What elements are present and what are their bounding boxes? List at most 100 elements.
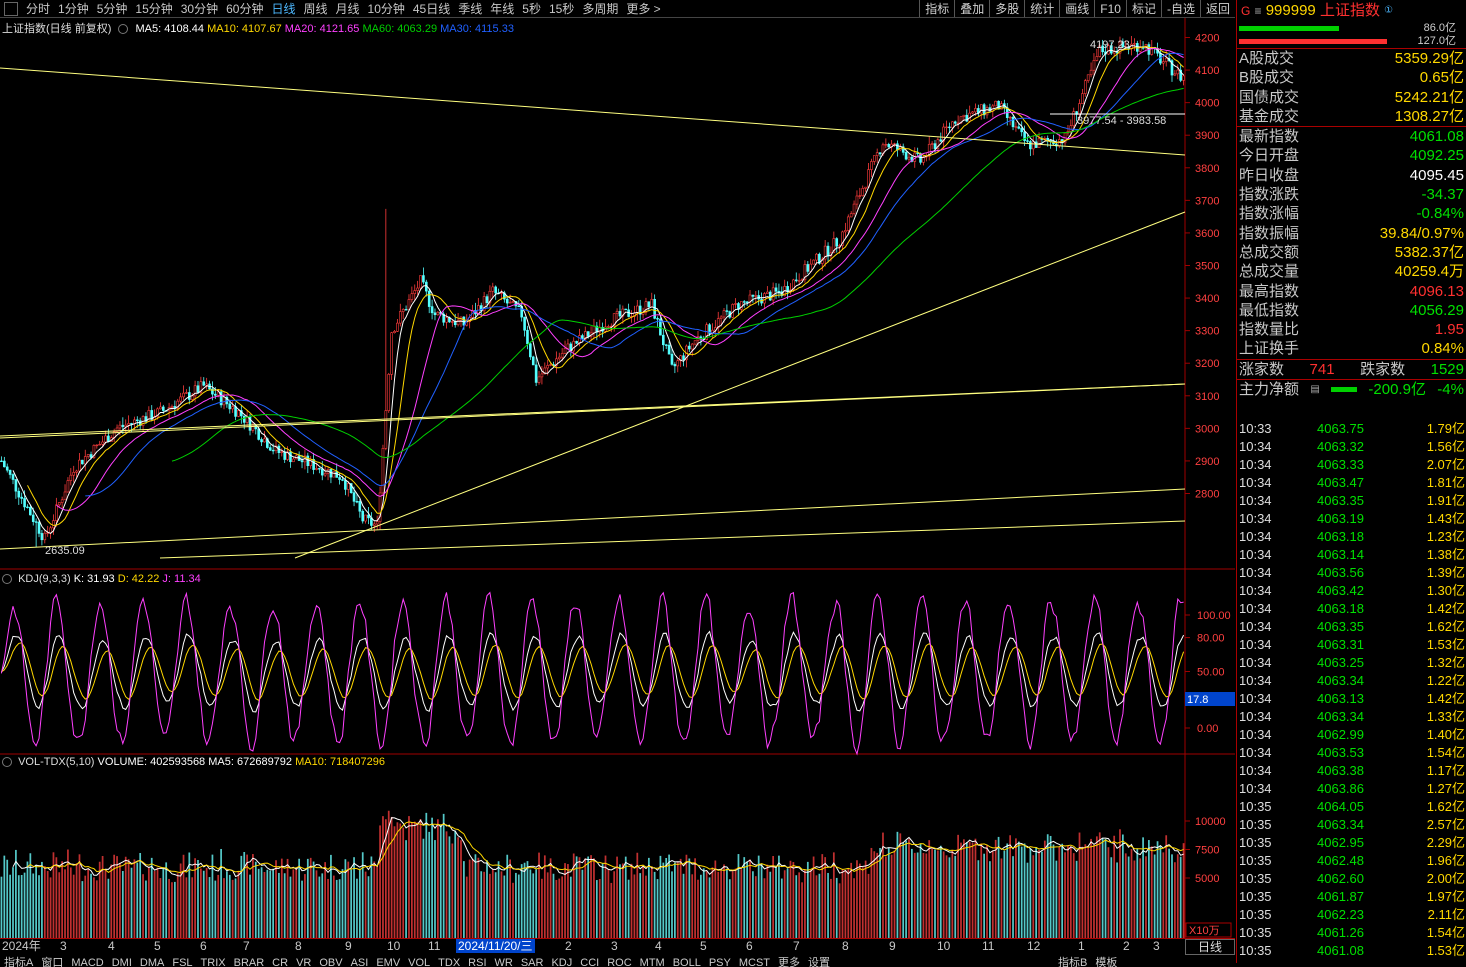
tick-list[interactable]: 10:33 4063.75 1.79亿 10:34 4063.32 1.56亿 10:34 4… bbox=[1237, 420, 1466, 960]
candle-body bbox=[179, 396, 182, 402]
period-tab[interactable]: 更多 > bbox=[622, 0, 664, 17]
candle-body bbox=[491, 286, 495, 292]
candle-body bbox=[572, 340, 576, 352]
candle-body bbox=[731, 304, 734, 318]
period-tab[interactable]: 1分钟 bbox=[54, 0, 93, 17]
candle-body bbox=[540, 373, 544, 378]
tool-button[interactable]: 标记 bbox=[1125, 0, 1161, 17]
candle-body bbox=[664, 344, 668, 346]
candle-body bbox=[690, 343, 694, 350]
price-tick-label: 3400 bbox=[1195, 293, 1219, 305]
period-tab[interactable]: 分时 bbox=[22, 0, 54, 17]
tool-button[interactable]: F10 bbox=[1094, 0, 1126, 17]
row-key: 指数振幅 bbox=[1239, 224, 1300, 242]
candle-body bbox=[722, 310, 726, 318]
ma5-line bbox=[12, 45, 1184, 534]
info-icon[interactable]: ① bbox=[1384, 5, 1393, 16]
tick-time: 10:34 bbox=[1239, 655, 1272, 670]
period-tab[interactable]: 日线 bbox=[267, 0, 299, 17]
tick-time: 10:34 bbox=[1239, 529, 1272, 544]
candle-body bbox=[398, 311, 402, 324]
candle-body bbox=[185, 392, 188, 394]
row-value: 40259.4万 bbox=[1394, 263, 1464, 281]
stat-row: 今日开盘 4092.25 bbox=[1237, 146, 1466, 165]
chart-area[interactable]: 4200 4100 4000 3900 3800 3700 3600 3500 3400 3300… bbox=[0, 18, 1235, 938]
date-tick: 10 bbox=[387, 939, 401, 953]
candle-body bbox=[771, 287, 775, 301]
period-day-button[interactable]: 日线 bbox=[1185, 939, 1235, 955]
tool-button[interactable]: 多股 bbox=[989, 0, 1024, 17]
ma5-label: MA5: 4108.44 bbox=[135, 23, 205, 35]
period-tab[interactable]: 60分钟 bbox=[222, 0, 267, 17]
period-tab[interactable]: 5分钟 bbox=[93, 0, 132, 17]
group-badge[interactable]: G bbox=[1241, 4, 1250, 18]
tool-button[interactable]: 返回 bbox=[1199, 0, 1235, 17]
candle-body bbox=[673, 364, 677, 367]
period-tab[interactable]: 15分钟 bbox=[131, 0, 176, 17]
main-chart-dropdown-icon[interactable] bbox=[118, 24, 129, 35]
menu-icon[interactable]: ≡ bbox=[1255, 4, 1262, 18]
tick-amount: 1.39亿 bbox=[1426, 565, 1465, 580]
flow-doc-icon[interactable]: ▤ bbox=[1310, 380, 1319, 399]
tick-row: 10:34 4063.33 2.07亿 bbox=[1237, 456, 1466, 474]
vol-ma5: MA5: 672689792 bbox=[208, 756, 293, 768]
kline-svg[interactable]: 4200 4100 4000 3900 3800 3700 3600 3500 3400 3300… bbox=[0, 18, 1235, 938]
period-tab[interactable]: 10分钟 bbox=[364, 0, 409, 17]
candle-body bbox=[494, 286, 497, 294]
price-tick-label: 3700 bbox=[1195, 195, 1219, 207]
tick-price: 4063.34 bbox=[1317, 673, 1364, 688]
vol-dropdown-icon[interactable] bbox=[2, 757, 12, 768]
window-menu-icon[interactable] bbox=[4, 1, 18, 16]
candle-body bbox=[861, 188, 865, 196]
tick-amount: 1.53亿 bbox=[1426, 943, 1465, 958]
candle-body bbox=[29, 506, 32, 516]
candle-body bbox=[407, 299, 411, 310]
period-tab[interactable]: 季线 bbox=[454, 0, 486, 17]
tick-time: 10:35 bbox=[1239, 907, 1272, 922]
period-tab[interactable]: 周线 bbox=[299, 0, 331, 17]
tool-button[interactable]: 画线 bbox=[1059, 0, 1094, 17]
tool-button[interactable]: -自选 bbox=[1160, 0, 1200, 17]
period-tab[interactable]: 5秒 bbox=[518, 0, 545, 17]
candle-body bbox=[346, 483, 350, 490]
tick-amount: 1.62亿 bbox=[1426, 619, 1465, 634]
candle-body bbox=[812, 259, 815, 265]
candle-body bbox=[72, 472, 76, 476]
tick-row: 10:34 4063.32 1.56亿 bbox=[1237, 438, 1466, 456]
main-chart-name: 上证指数(日线 前复权) bbox=[2, 23, 112, 35]
candle-body bbox=[1086, 74, 1090, 81]
candle-body bbox=[500, 292, 503, 294]
tick-price: 4063.32 bbox=[1317, 439, 1364, 454]
period-tab[interactable]: 30分钟 bbox=[177, 0, 222, 17]
tool-button[interactable]: 叠加 bbox=[954, 0, 989, 17]
tick-amount: 1.17亿 bbox=[1426, 763, 1465, 778]
tool-button[interactable]: 指标 bbox=[919, 0, 954, 17]
date-tick: 11 bbox=[982, 939, 995, 953]
vol-volume: VOLUME: 402593568 bbox=[97, 756, 206, 768]
candle-body bbox=[263, 438, 266, 443]
period-tab[interactable]: 年线 bbox=[486, 0, 518, 17]
flow-value: -200.9亿 bbox=[1368, 381, 1426, 399]
candle-body bbox=[17, 490, 21, 498]
candle-body bbox=[529, 343, 532, 358]
candle-body bbox=[445, 317, 448, 323]
vol-ma10: MA10: 718407296 bbox=[295, 756, 386, 768]
stat-row: 昨日收盘 4095.45 bbox=[1237, 166, 1466, 185]
candle-body bbox=[43, 532, 47, 541]
candle-body bbox=[945, 126, 948, 129]
candle-body bbox=[979, 104, 983, 114]
tool-button[interactable]: 统计 bbox=[1024, 0, 1059, 17]
kdj-j: J: 11.34 bbox=[162, 573, 201, 585]
period-tab[interactable]: 45日线 bbox=[409, 0, 454, 17]
quote-title: G ≡ 999999 上证指数 ① bbox=[1237, 0, 1466, 22]
period-tab[interactable]: 多周期 bbox=[578, 0, 622, 17]
period-tab[interactable]: 月线 bbox=[332, 0, 364, 17]
date-tick: 3 bbox=[1153, 939, 1160, 953]
period-tab[interactable]: 15秒 bbox=[545, 0, 578, 17]
kdj-tick-label: 0.00 bbox=[1197, 723, 1218, 735]
candle-body bbox=[289, 451, 292, 463]
row-key: B股成交 bbox=[1239, 69, 1295, 87]
kdj-dropdown-icon[interactable] bbox=[2, 574, 12, 585]
up-count: 741 bbox=[1309, 360, 1335, 378]
price-tick-label: 3900 bbox=[1195, 130, 1219, 142]
